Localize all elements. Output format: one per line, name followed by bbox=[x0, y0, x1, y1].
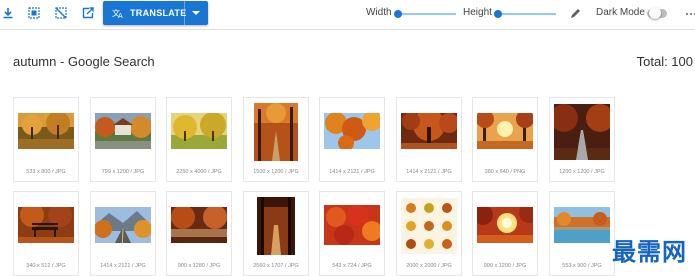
pencil-icon[interactable] bbox=[568, 7, 582, 21]
image-card[interactable]: 543 x 724 / JPG bbox=[319, 191, 385, 276]
image-caption: 2250 x 4000 / JPG bbox=[176, 169, 222, 175]
height-label: Height bbox=[463, 7, 492, 18]
page-title: autumn - Google Search bbox=[13, 54, 155, 69]
image-caption: 380 x 640 / PNG bbox=[484, 169, 526, 175]
image-caption: 2000 x 2000 / JPG bbox=[406, 263, 452, 269]
image-caption: 553 x 900 / JPG bbox=[562, 263, 602, 269]
image-card[interactable]: 1500 x 1200 / JPG bbox=[243, 97, 309, 182]
image-card[interactable]: 799 x 1200 / JPG bbox=[90, 97, 156, 182]
image-caption: 1500 x 1200 / JPG bbox=[253, 169, 299, 175]
image-caption: 799 x 1200 / JPG bbox=[101, 169, 145, 175]
image-card[interactable]: 2000 x 2000 / JPG bbox=[396, 191, 462, 276]
image-caption: 1200 x 1200 / JPG bbox=[559, 169, 605, 175]
watermark-logo: 最需网 bbox=[612, 238, 687, 266]
translate-icon: 文A bbox=[112, 8, 123, 19]
image-card[interactable]: 553 x 900 / JPG bbox=[549, 191, 615, 276]
image-caption: 340 x 512 / JPG bbox=[26, 263, 66, 269]
image-caption: 1414 x 2121 / JPG bbox=[100, 263, 146, 269]
translate-label: TRANSLATE bbox=[130, 8, 187, 18]
thumbnail-house bbox=[95, 113, 151, 149]
image-card[interactable]: 533 x 800 / JPG bbox=[13, 97, 79, 182]
thumbnail-maple bbox=[324, 205, 380, 245]
thumbnail-leaf-grid bbox=[401, 198, 457, 254]
download-icon[interactable] bbox=[1, 6, 15, 20]
thumbnail-sunburst bbox=[477, 207, 533, 243]
image-card[interactable]: 1414 x 2121 / JPG bbox=[90, 191, 156, 276]
image-card[interactable]: 1414 x 2121 / JPG bbox=[319, 97, 385, 182]
thumbnail-meadow bbox=[171, 113, 227, 149]
image-caption: 543 x 724 / JPG bbox=[332, 263, 372, 269]
thumbnail-trees-river bbox=[171, 207, 227, 243]
thumbnail-path bbox=[254, 103, 298, 161]
more-icon[interactable] bbox=[684, 7, 695, 21]
image-card[interactable]: 340 x 512 / JPG bbox=[13, 191, 79, 276]
export-icon[interactable] bbox=[81, 6, 95, 20]
deselect-icon[interactable] bbox=[54, 6, 68, 20]
select-all-icon[interactable] bbox=[27, 6, 41, 20]
button-divider bbox=[184, 1, 185, 25]
image-caption: 900 x 1200 / JPG bbox=[483, 263, 527, 269]
thumbnail-sunset-trees bbox=[477, 113, 533, 149]
image-card[interactable]: 2560 x 1707 / JPG bbox=[243, 191, 309, 276]
width-label: Width bbox=[366, 7, 392, 18]
image-caption: 900 x 1280 / JPG bbox=[177, 263, 221, 269]
image-card[interactable]: 380 x 640 / PNG bbox=[472, 97, 538, 182]
image-card[interactable]: 1200 x 1200 / JPG bbox=[549, 97, 615, 182]
width-slider[interactable] bbox=[394, 10, 456, 18]
image-caption: 2560 x 1707 / JPG bbox=[253, 263, 299, 269]
height-slider[interactable] bbox=[494, 10, 556, 18]
image-caption: 1414 x 2121 / JPG bbox=[329, 169, 375, 175]
thumbnail-lake bbox=[554, 207, 610, 243]
thumbnail-bench bbox=[18, 207, 74, 243]
toolbar-divider bbox=[0, 29, 695, 30]
image-card[interactable]: 900 x 1200 / JPG bbox=[472, 191, 538, 276]
thumbnail-park bbox=[18, 113, 74, 149]
height-slider-thumb[interactable] bbox=[494, 10, 502, 18]
thumbnail-road-mountain bbox=[95, 207, 151, 243]
svg-text:A: A bbox=[118, 12, 123, 19]
thumbnail-tree bbox=[401, 113, 457, 149]
dark-mode-toggle-knob[interactable] bbox=[649, 7, 661, 19]
toolbar: 文A TRANSLATE Width Height Dark Mode bbox=[0, 0, 695, 29]
image-caption: 533 x 800 / JPG bbox=[26, 169, 66, 175]
image-card[interactable]: 2250 x 4000 / JPG bbox=[166, 97, 232, 182]
image-card[interactable]: 900 x 1280 / JPG bbox=[166, 191, 232, 276]
translate-button[interactable]: 文A TRANSLATE bbox=[103, 1, 208, 25]
image-card[interactable]: 1414 x 2121 / JPG bbox=[396, 97, 462, 182]
width-slider-thumb[interactable] bbox=[394, 10, 402, 18]
thumbnail-leaves-sky bbox=[324, 113, 380, 149]
dark-mode-toggle[interactable] bbox=[647, 7, 667, 19]
thumbnail-road-dark bbox=[554, 104, 610, 160]
total-count: Total: 100 bbox=[636, 54, 693, 69]
thumbnail-tunnel bbox=[257, 197, 295, 255]
image-caption: 1414 x 2121 / JPG bbox=[406, 169, 452, 175]
dropdown-caret-icon[interactable] bbox=[192, 11, 200, 15]
dark-mode-label: Dark Mode bbox=[596, 7, 645, 18]
